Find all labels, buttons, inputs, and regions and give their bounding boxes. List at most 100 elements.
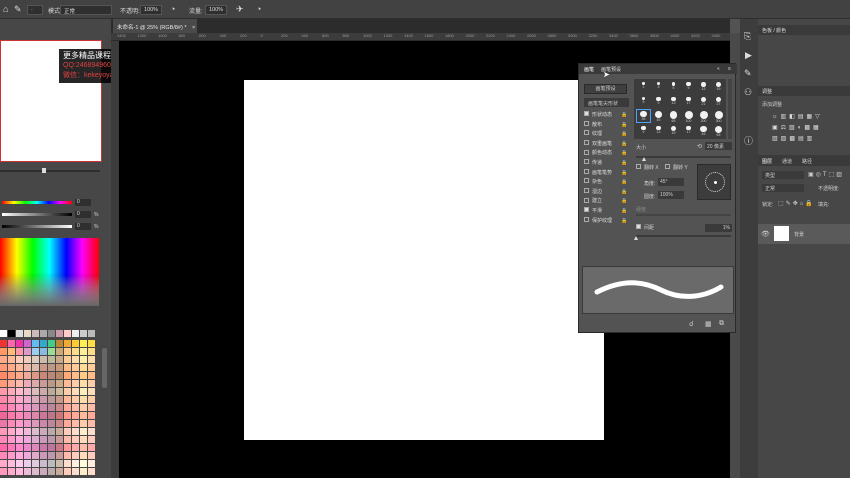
brush-option-item[interactable]: 杂色 🔒: [584, 178, 628, 187]
actions-play-icon[interactable]: ▶: [745, 50, 752, 60]
brush-option-item[interactable]: 纹理 🔒: [584, 130, 628, 139]
spacing-slider[interactable]: [636, 235, 731, 237]
layer-row-background[interactable]: 👁 背景: [758, 224, 850, 244]
close-tab-icon[interactable]: ×: [192, 25, 195, 31]
filter-icons[interactable]: ▣◎T⬚▥: [808, 171, 844, 178]
brush-option-checkbox[interactable]: [584, 168, 589, 174]
visibility-eye-icon[interactable]: 👁: [761, 230, 770, 238]
document-tab[interactable]: 未命名-1 @ 25% (RGB/8#) * ×: [113, 19, 197, 33]
brush-option-checkbox[interactable]: [584, 130, 589, 136]
brush-option-item[interactable]: 画笔笔势 🔒: [584, 168, 628, 178]
brush-option-checkbox[interactable]: [584, 197, 589, 203]
left-panel-scrollbar[interactable]: [102, 348, 107, 388]
grid-icon[interactable]: ▦: [705, 320, 712, 328]
size-slider-thumb[interactable]: [642, 157, 646, 161]
panel-menu-icon[interactable]: ≡: [728, 66, 731, 72]
blend-mode-select[interactable]: 正常: [762, 184, 804, 192]
brush-tip-item[interactable]: 17: [682, 96, 695, 108]
history-icon[interactable]: ⎘: [744, 31, 751, 41]
brush-tip-item[interactable]: 300: [712, 110, 725, 123]
brush-tip-item[interactable]: 3: [652, 81, 665, 93]
clone-source-icon[interactable]: ⚇: [744, 87, 752, 97]
lock-icon[interactable]: 🔒: [621, 149, 627, 158]
lock-icon[interactable]: 🔒: [621, 169, 627, 178]
brush-option-checkbox[interactable]: [584, 207, 589, 213]
flow-field[interactable]: 100%: [205, 5, 227, 15]
brush-tip-item[interactable]: 1: [637, 81, 650, 93]
spacing-field[interactable]: 1%: [705, 224, 732, 232]
new-preset-icon[interactable]: ⧉: [719, 320, 724, 328]
brush-option-checkbox[interactable]: [584, 139, 589, 145]
color-value-3[interactable]: 0: [75, 223, 91, 230]
lock-icon[interactable]: 🔒: [621, 130, 627, 139]
brush-tip-item[interactable]: 13: [697, 81, 710, 93]
size-field[interactable]: 20 像素: [705, 142, 732, 150]
color-slider-1[interactable]: [2, 201, 72, 204]
brush-option-item[interactable]: 传递 🔒: [584, 159, 628, 168]
brush-option-item[interactable]: 湿边 🔒: [584, 187, 628, 197]
brush-presets-button[interactable]: 画笔预设: [584, 84, 627, 94]
brush-tip-item[interactable]: 45: [697, 125, 710, 137]
brush-option-item[interactable]: 建立 🔒: [584, 197, 628, 206]
brush-tip-item[interactable]: 5: [667, 81, 680, 93]
info-icon[interactable]: ⓘ: [744, 136, 753, 146]
brush-tip-item[interactable]: 200: [697, 110, 710, 123]
collapse-icon[interactable]: «: [717, 66, 720, 72]
lock-icon[interactable]: 🔒: [621, 140, 627, 149]
flip-y[interactable]: 翻转 Y: [665, 164, 688, 171]
brush-option-checkbox[interactable]: [584, 187, 589, 193]
lock-icon[interactable]: 🔒: [621, 197, 627, 206]
spacing-option[interactable]: 间距: [636, 224, 654, 231]
brush-tip-item[interactable]: 65: [712, 125, 725, 137]
document-canvas[interactable]: [244, 80, 604, 440]
lock-icon[interactable]: 🔒: [621, 207, 627, 216]
brush-tip-item[interactable]: 45: [652, 110, 665, 122]
flip-x[interactable]: 翻转 X: [636, 164, 659, 171]
brush-tip-item[interactable]: 21: [697, 96, 710, 108]
adjustment-icons[interactable]: ☼▥◧▤▦▽ ▣⚖▧◐▩▦ ▧▨▩▤▥: [772, 112, 842, 145]
brush-tip-item[interactable]: 9: [637, 125, 650, 137]
brush-option-checkbox[interactable]: [584, 159, 589, 165]
lock-icon[interactable]: 🔒: [621, 188, 627, 197]
flip-y-checkbox[interactable]: [665, 164, 670, 170]
color-value-2[interactable]: 0: [75, 211, 91, 218]
brush-tip-item[interactable]: 35: [636, 109, 651, 123]
pressure-opacity-icon[interactable]: ◔: [170, 4, 175, 14]
color-panel-header[interactable]: 色板 / 颜色: [758, 25, 850, 35]
color-slider-3[interactable]: [2, 225, 72, 228]
color-slider-2[interactable]: [2, 213, 72, 216]
opacity-field[interactable]: 100%: [140, 5, 162, 15]
brush-option-checkbox[interactable]: [584, 216, 589, 222]
flip-x-checkbox[interactable]: [636, 164, 641, 170]
brush-tip-item[interactable]: 65: [667, 110, 680, 123]
tab-brush[interactable]: 画笔: [584, 66, 594, 73]
spacing-slider-thumb[interactable]: [634, 236, 638, 240]
tab-paths[interactable]: 路径: [802, 158, 812, 165]
layer-kind-filter[interactable]: 类型: [762, 171, 804, 179]
lock-icons[interactable]: ⬚✎✥⌂🔒: [778, 200, 815, 207]
pressure-size-icon[interactable]: ◔: [256, 4, 261, 14]
lock-icon[interactable]: 🔒: [621, 178, 627, 187]
navigator-zoom-slider[interactable]: [0, 170, 100, 172]
brush-tip-scrollbar[interactable]: [728, 79, 732, 139]
angle-roundness-widget[interactable]: [697, 164, 731, 200]
brush-option-item[interactable]: 颜色动态 🔒: [584, 149, 628, 158]
spacing-checkbox[interactable]: [636, 224, 641, 230]
brush-tip-item[interactable]: 100: [682, 110, 695, 123]
reset-size-icon[interactable]: ⟲: [697, 143, 702, 150]
lock-icon[interactable]: 🔒: [621, 217, 627, 226]
adjustments-tab[interactable]: 调整: [758, 86, 850, 96]
brush-tip-item[interactable]: 27: [712, 96, 725, 108]
brush-option-item[interactable]: 形状动态 🔒: [584, 111, 628, 120]
brush-option-checkbox[interactable]: [584, 120, 589, 126]
brush-option-checkbox[interactable]: [584, 178, 589, 184]
navigator-zoom-thumb[interactable]: [42, 168, 46, 173]
brush-option-item[interactable]: 平滑 🔒: [584, 207, 628, 216]
brush-tip-item[interactable]: 17: [682, 125, 695, 137]
home-icon[interactable]: ⌂: [3, 4, 8, 14]
brush-option-item[interactable]: 双重画笔 🔒: [584, 139, 628, 149]
swatches-panel[interactable]: [0, 328, 100, 478]
lock-icon[interactable]: 🔒: [621, 111, 627, 120]
brush-tip-item[interactable]: 13: [652, 125, 665, 137]
tab-layers[interactable]: 图层: [762, 158, 772, 165]
